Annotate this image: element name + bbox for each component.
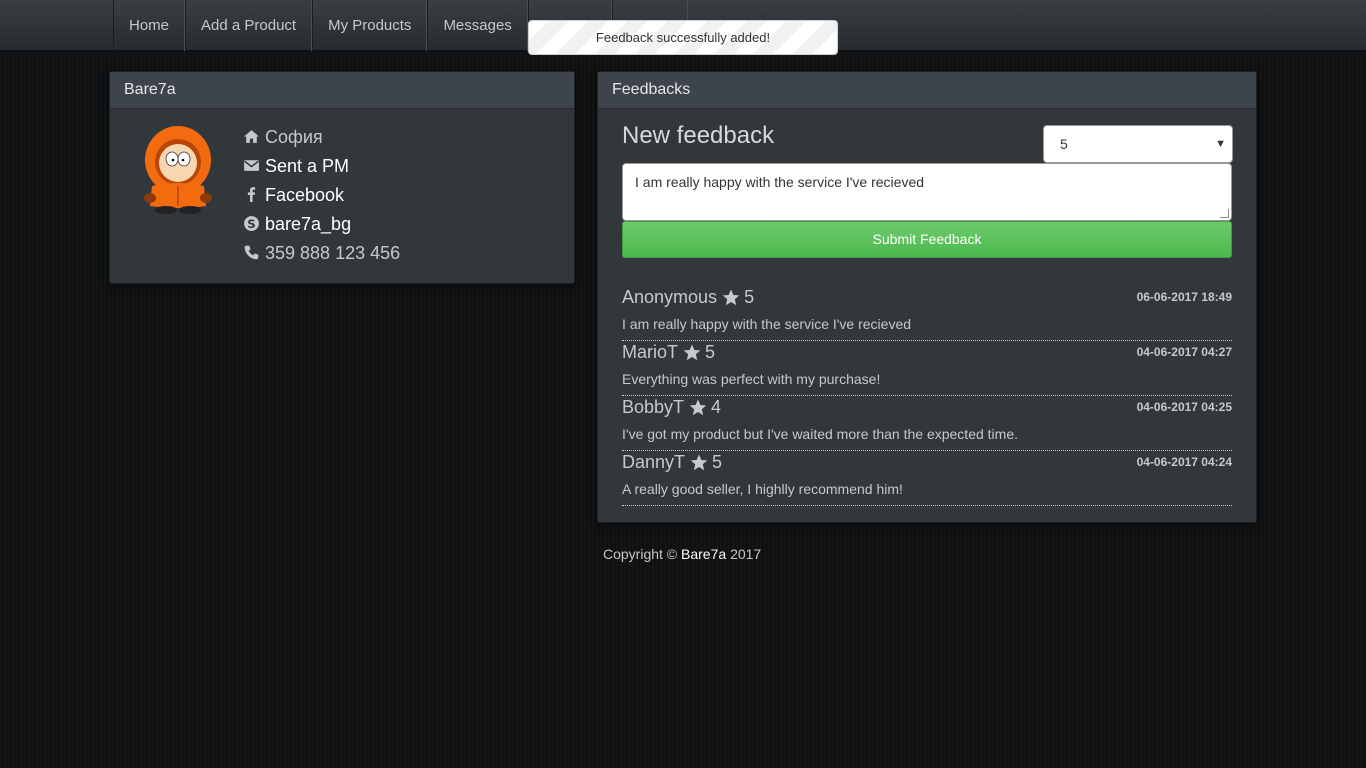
rating-select[interactable]: 5 ▼ [1043,125,1233,163]
facebook-label: Facebook [265,184,345,205]
svg-text:S: S [247,217,255,231]
nav-home[interactable]: Home [113,0,186,51]
footer-brand-link[interactable]: Bare7a [681,546,726,562]
feedbacks-panel: Feedbacks New feedback 5 ▼ I am really h… [597,71,1257,523]
feedback-author: MarioT [622,342,679,362]
skype-label: bare7a_bg [265,213,352,234]
home-icon [243,128,260,145]
chevron-down-icon: ▼ [1215,138,1226,150]
new-feedback-title: New feedback [622,122,775,149]
resize-handle-icon[interactable] [1220,209,1229,218]
feedback-date: 04-06-2017 04:25 [1136,400,1232,414]
profile-username: Bare7a [110,72,574,109]
skype-link[interactable]: S bare7a_bg [243,209,400,238]
success-toast[interactable]: Feedback successfully added! [528,20,838,55]
submit-feedback-button[interactable]: Submit Feedback [622,221,1232,258]
envelope-icon [243,157,260,174]
star-icon [683,344,701,361]
feedback-text: A really good seller, I highlly recommen… [622,481,903,497]
feedback-date: 04-06-2017 04:24 [1136,455,1232,469]
facebook-icon [243,186,260,203]
city-text: София [265,126,323,147]
feedbacks-heading: Feedbacks [598,72,1256,109]
list-item: DannyT 5 04-06-2017 04:24 A really good … [622,451,1232,506]
nav-messages[interactable]: Messages [427,0,528,51]
feedback-textarea-value: I am really happy with the service I've … [635,174,925,190]
copyright-prefix: Copyright © [603,546,678,562]
phone-icon [243,244,260,261]
star-icon [722,289,740,306]
nav-my-products[interactable]: My Products [312,0,428,51]
feedback-textarea[interactable]: I am really happy with the service I've … [622,163,1232,221]
feedback-rating: 5 [712,452,723,472]
feedback-rating: 5 [744,287,755,307]
feedback-author: Anonymous [622,287,718,307]
feedback-list: Anonymous 5 06-06-2017 18:49 I am really… [622,286,1232,506]
nav-add-product[interactable]: Add a Product [185,0,313,51]
feedback-text: I've got my product but I've waited more… [622,426,1018,442]
feedback-rating: 5 [705,342,716,362]
feedback-author: BobbyT [622,397,685,417]
star-icon [690,454,708,471]
copyright-year: 2017 [730,546,762,562]
feedback-date: 06-06-2017 18:49 [1136,290,1232,304]
feedback-date: 04-06-2017 04:27 [1136,345,1232,359]
send-pm-label: Sent a PM [265,155,350,176]
feedback-text: Everything was perfect with my purchase! [622,371,881,387]
footer: Copyright © Bare7a 2017 [603,546,761,562]
skype-icon: S [243,215,260,232]
profile-panel: Bare7a София Sent a PM Facebook S bare7a… [109,71,575,284]
send-pm-link[interactable]: Sent a PM [243,151,400,180]
feedback-author: DannyT [622,452,686,472]
phone-row: 359 888 123 456 [243,238,400,267]
star-icon [689,399,707,416]
city-row: София [243,122,400,151]
contact-info: София Sent a PM Facebook S bare7a_bg 359… [243,122,400,267]
phone-text: 359 888 123 456 [265,242,401,263]
list-item: MarioT 5 04-06-2017 04:27 Everything was… [622,341,1232,396]
feedback-rating: 4 [711,397,722,417]
list-item: Anonymous 5 06-06-2017 18:49 I am really… [622,286,1232,341]
list-item: BobbyT 4 04-06-2017 04:25 I've got my pr… [622,396,1232,451]
facebook-link[interactable]: Facebook [243,180,400,209]
avatar [142,124,214,216]
feedback-text: I am really happy with the service I've … [622,316,912,332]
rating-select-value: 5 [1060,136,1068,152]
